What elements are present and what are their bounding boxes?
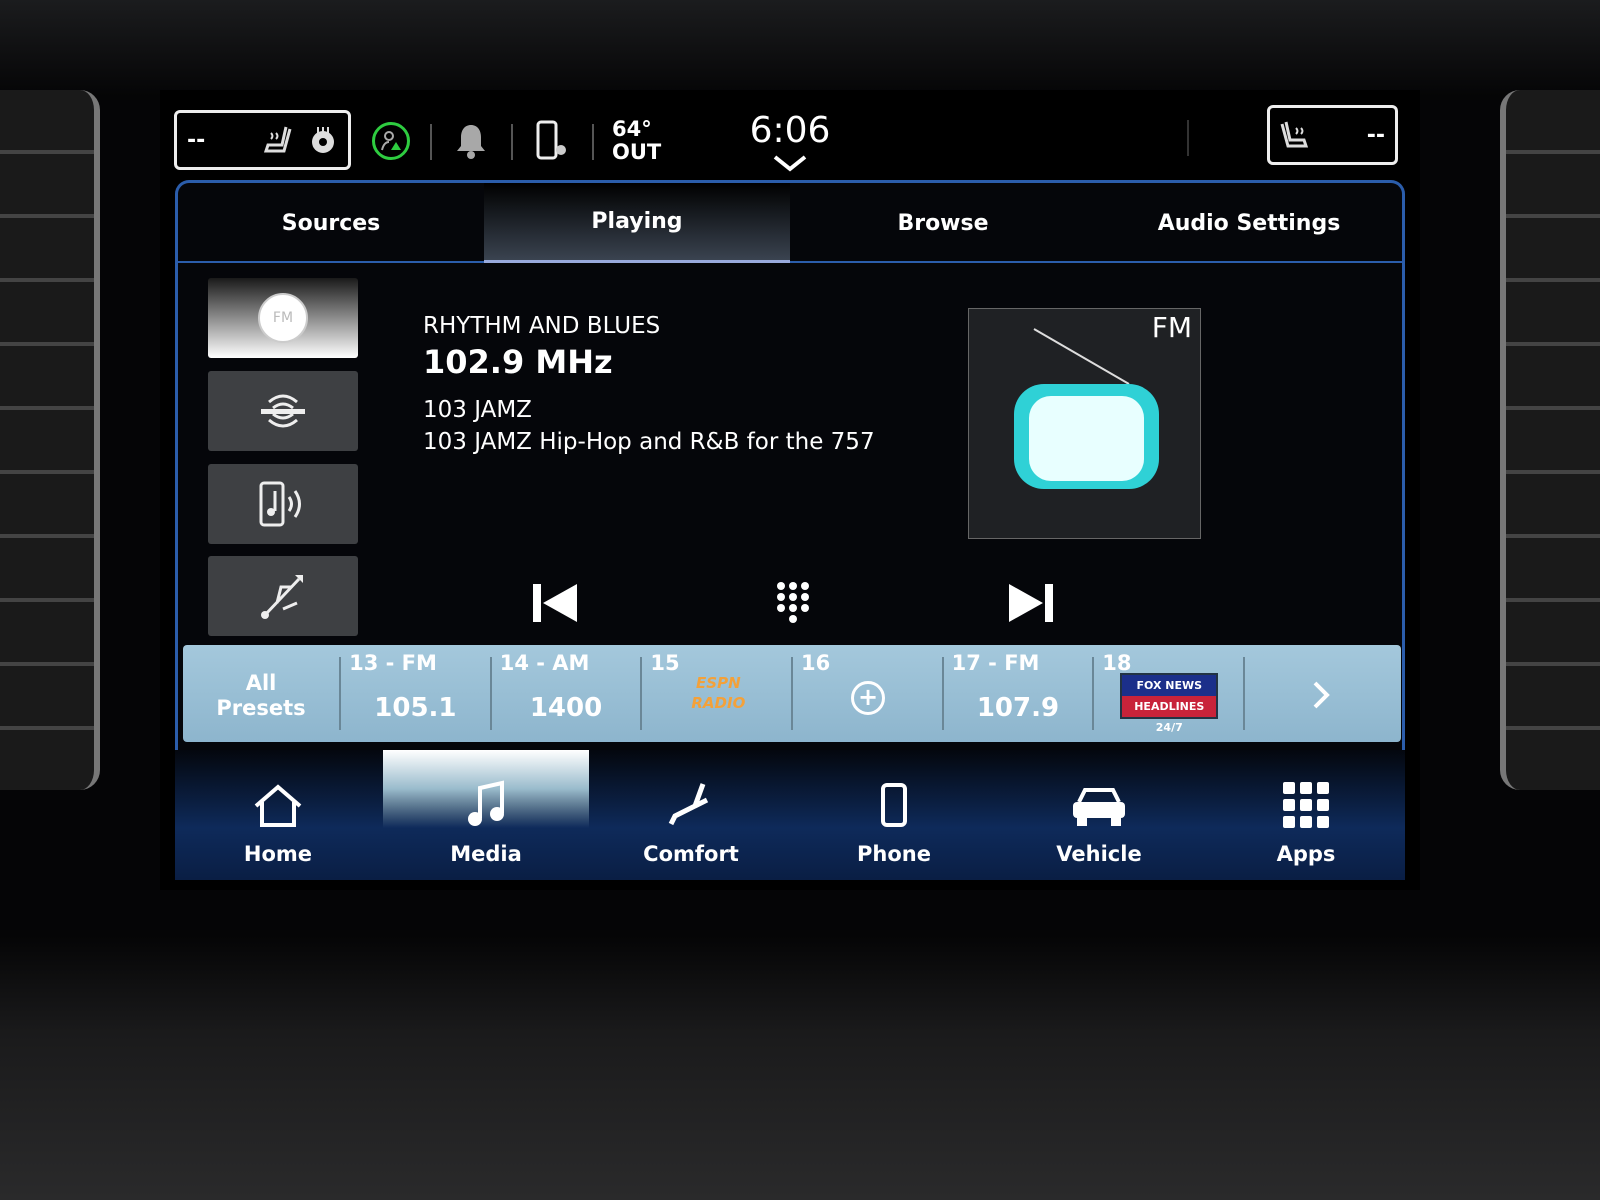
heated-steering-wheel-icon (312, 127, 334, 153)
all-presets-button[interactable]: All Presets (183, 657, 342, 730)
preset-14[interactable]: 14 - AM 1400 (492, 651, 643, 730)
passenger-seat-climate-button[interactable]: -- (1267, 105, 1398, 165)
nav-label: Vehicle (1056, 842, 1142, 866)
preset-15[interactable]: 15 ESPN RADIO (642, 651, 793, 730)
temperature-label: OUT (612, 140, 662, 164)
presets-next-button[interactable] (1245, 657, 1401, 730)
nav-label: Phone (857, 842, 931, 866)
preset-label: 13 - FM (349, 651, 437, 675)
all-presets-label: All (245, 671, 277, 695)
add-preset-icon: + (851, 681, 885, 715)
album-art: FM (968, 308, 1201, 539)
tab-sources[interactable]: Sources (178, 183, 484, 263)
tab-label: Audio Settings (1157, 210, 1341, 236)
source-fm-button[interactable]: FM (208, 278, 358, 358)
tab-audio-settings[interactable]: Audio Settings (1096, 183, 1402, 263)
clock[interactable]: 6:06 (740, 110, 840, 151)
heated-seat-icon (263, 126, 292, 153)
preset-label: 18 (1102, 651, 1132, 675)
chevron-right-icon (1313, 681, 1330, 709)
keypad-icon (777, 582, 809, 623)
presets-bar: All Presets 13 - FM 105.1 14 - AM 1400 15 … (183, 645, 1401, 742)
nav-label: Home (243, 842, 313, 866)
nav-media[interactable]: Media (383, 750, 589, 880)
tab-label: Browse (897, 210, 989, 236)
station-name: 103 JAMZ (423, 397, 532, 423)
seek-back-icon (533, 584, 577, 622)
radio-icon (1014, 328, 1159, 489)
driver-profile-icon[interactable] (372, 122, 410, 160)
tab-label: Playing (591, 209, 683, 234)
driver-seat-climate-button[interactable]: -- (174, 110, 351, 170)
heated-seat-icon (1280, 121, 1309, 148)
nav-comfort[interactable]: Comfort (588, 750, 794, 880)
driver-seat-value: -- (187, 127, 206, 153)
right-air-vent (1500, 90, 1600, 790)
divider (430, 124, 432, 160)
apps-grid-icon (1283, 782, 1329, 828)
home-icon (254, 784, 302, 827)
siriusxm-icon (261, 394, 305, 428)
genre: RHYTHM AND BLUES (423, 313, 661, 339)
preset-label: 17 - FM (951, 651, 1040, 675)
fox-news-logo: FOX NEWS HEADLINES 24/7 (1120, 673, 1219, 734)
preset-label: 14 - AM (499, 651, 590, 675)
seek-forward-icon (1009, 584, 1053, 622)
nav-label: Media (450, 842, 522, 866)
preset-13[interactable]: 13 - FM 105.1 (341, 651, 492, 730)
nav-label: Comfort (643, 842, 739, 866)
preset-17[interactable]: 17 - FM 107.9 (944, 651, 1095, 730)
seek-forward-button[interactable] (1001, 578, 1061, 628)
music-note-icon (468, 780, 504, 826)
nav-phone[interactable]: Phone (791, 750, 997, 880)
divider (592, 124, 594, 160)
nav-label: Apps (1276, 842, 1336, 866)
source-siriusxm-button[interactable] (208, 371, 358, 451)
notification-bell-icon[interactable] (455, 122, 487, 160)
bottom-nav: Home Media Comfort Phone Vehicle Apps (175, 750, 1405, 880)
chevron-down-icon[interactable] (772, 153, 808, 173)
preset-16-add[interactable]: 16 + (793, 651, 944, 730)
source-bluetooth-audio-button[interactable] (208, 464, 358, 544)
preset-value: 107.9 (976, 693, 1060, 723)
fm-radio-icon: FM (258, 293, 308, 343)
passenger-seat-value: -- (1366, 122, 1385, 148)
seek-back-button[interactable] (525, 578, 585, 628)
outside-temperature: 64° OUT (612, 118, 661, 164)
station-description: 103 JAMZ Hip-Hop and R&B for the 757 (423, 429, 875, 455)
nav-home[interactable]: Home (175, 750, 381, 880)
tab-browse[interactable]: Browse (790, 183, 1096, 263)
preset-label: 16 (801, 651, 831, 675)
keypad-button[interactable] (763, 578, 823, 628)
preset-value: 105.1 (374, 693, 457, 723)
all-presets-label: Presets (216, 696, 306, 720)
left-air-vent (0, 90, 100, 790)
usb-icon (261, 575, 303, 619)
car-icon (1073, 788, 1125, 826)
phone-status-icon[interactable] (535, 120, 569, 162)
preset-18[interactable]: 18 FOX NEWS HEADLINES 24/7 (1094, 651, 1245, 734)
divider (1187, 120, 1189, 156)
frequency: 102.9 MHz (423, 343, 613, 381)
nav-vehicle[interactable]: Vehicle (996, 750, 1202, 880)
tab-playing[interactable]: Playing (484, 183, 790, 263)
nav-apps[interactable]: Apps (1203, 750, 1409, 880)
tab-label: Sources (281, 210, 381, 236)
source-usb-button[interactable] (208, 556, 358, 636)
phone-icon (881, 783, 907, 827)
divider (511, 124, 513, 160)
preset-value: 1400 (529, 693, 603, 723)
espn-radio-logo: ESPN RADIO (691, 674, 746, 712)
seat-icon (668, 783, 709, 826)
temperature-value: 64° (612, 117, 652, 141)
preset-label: 15 (650, 651, 680, 675)
bluetooth-audio-icon (259, 481, 301, 527)
